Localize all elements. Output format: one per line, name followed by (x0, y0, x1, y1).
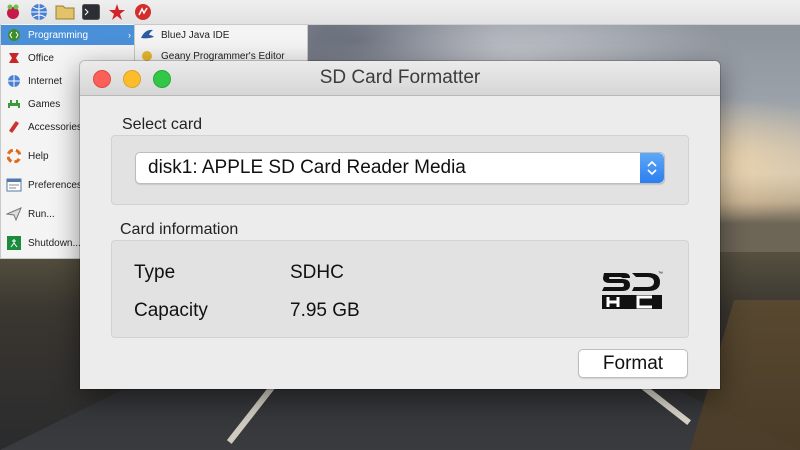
menu-item-label: Run... (28, 208, 55, 220)
submenu-item-label: BlueJ Java IDE (161, 29, 230, 41)
web-browser-icon[interactable] (28, 2, 50, 22)
capacity-value: 7.95 GB (290, 300, 360, 321)
card-select-dropdown[interactable]: disk1: APPLE SD Card Reader Media (135, 152, 665, 184)
selected-card-value: disk1: APPLE SD Card Reader Media (148, 157, 466, 178)
submenu-item-bluej[interactable]: BlueJ Java IDE (135, 25, 307, 45)
menu-item-label: Internet (28, 75, 62, 87)
window-titlebar[interactable]: SD Card Formatter (80, 61, 720, 96)
accessories-icon (4, 119, 24, 135)
file-manager-icon[interactable] (54, 2, 76, 22)
menu-item-programming[interactable]: Programming › (1, 25, 135, 45)
sdhc-logo: ™ (600, 267, 664, 316)
menu-item-label: Help (28, 150, 49, 162)
select-card-label: Select card (122, 116, 203, 133)
help-icon (4, 148, 24, 164)
updown-arrows-icon (640, 153, 664, 183)
games-icon (4, 96, 24, 112)
bluej-icon (138, 27, 156, 43)
shutdown-icon (4, 235, 24, 251)
format-button[interactable]: Format (578, 349, 688, 378)
capacity-label: Capacity (134, 300, 208, 321)
mathematica-icon[interactable] (106, 2, 128, 22)
programming-submenu: BlueJ Java IDE Geany Programmer's Editor (134, 24, 308, 66)
programming-icon (4, 27, 24, 43)
card-information-label: Card information (120, 221, 239, 238)
menu-item-label: Accessories (28, 121, 82, 133)
type-value: SDHC (290, 262, 344, 283)
sd-card-formatter-window: SD Card Formatter Select card disk1: APP… (80, 61, 720, 389)
svg-text:™: ™ (658, 271, 663, 277)
chevron-right-icon: › (128, 30, 131, 40)
menu-item-label: Games (28, 98, 61, 110)
menu-item-label: Shutdown... (28, 237, 81, 249)
terminal-icon[interactable] (80, 2, 102, 22)
top-panel (0, 0, 800, 25)
type-label: Type (134, 262, 176, 283)
raspberry-menu-icon[interactable] (2, 2, 24, 22)
menu-item-label: Office (28, 52, 54, 64)
office-icon (4, 50, 24, 66)
window-title: SD Card Formatter (319, 67, 481, 88)
preferences-icon (4, 177, 24, 193)
submenu-item-label: Geany Programmer's Editor (161, 50, 285, 62)
menu-item-label: Programming (28, 29, 89, 41)
menu-item-label: Preferences (28, 179, 82, 191)
internet-icon (4, 73, 24, 89)
wolfram-icon[interactable] (132, 2, 154, 22)
run-icon (4, 206, 24, 222)
